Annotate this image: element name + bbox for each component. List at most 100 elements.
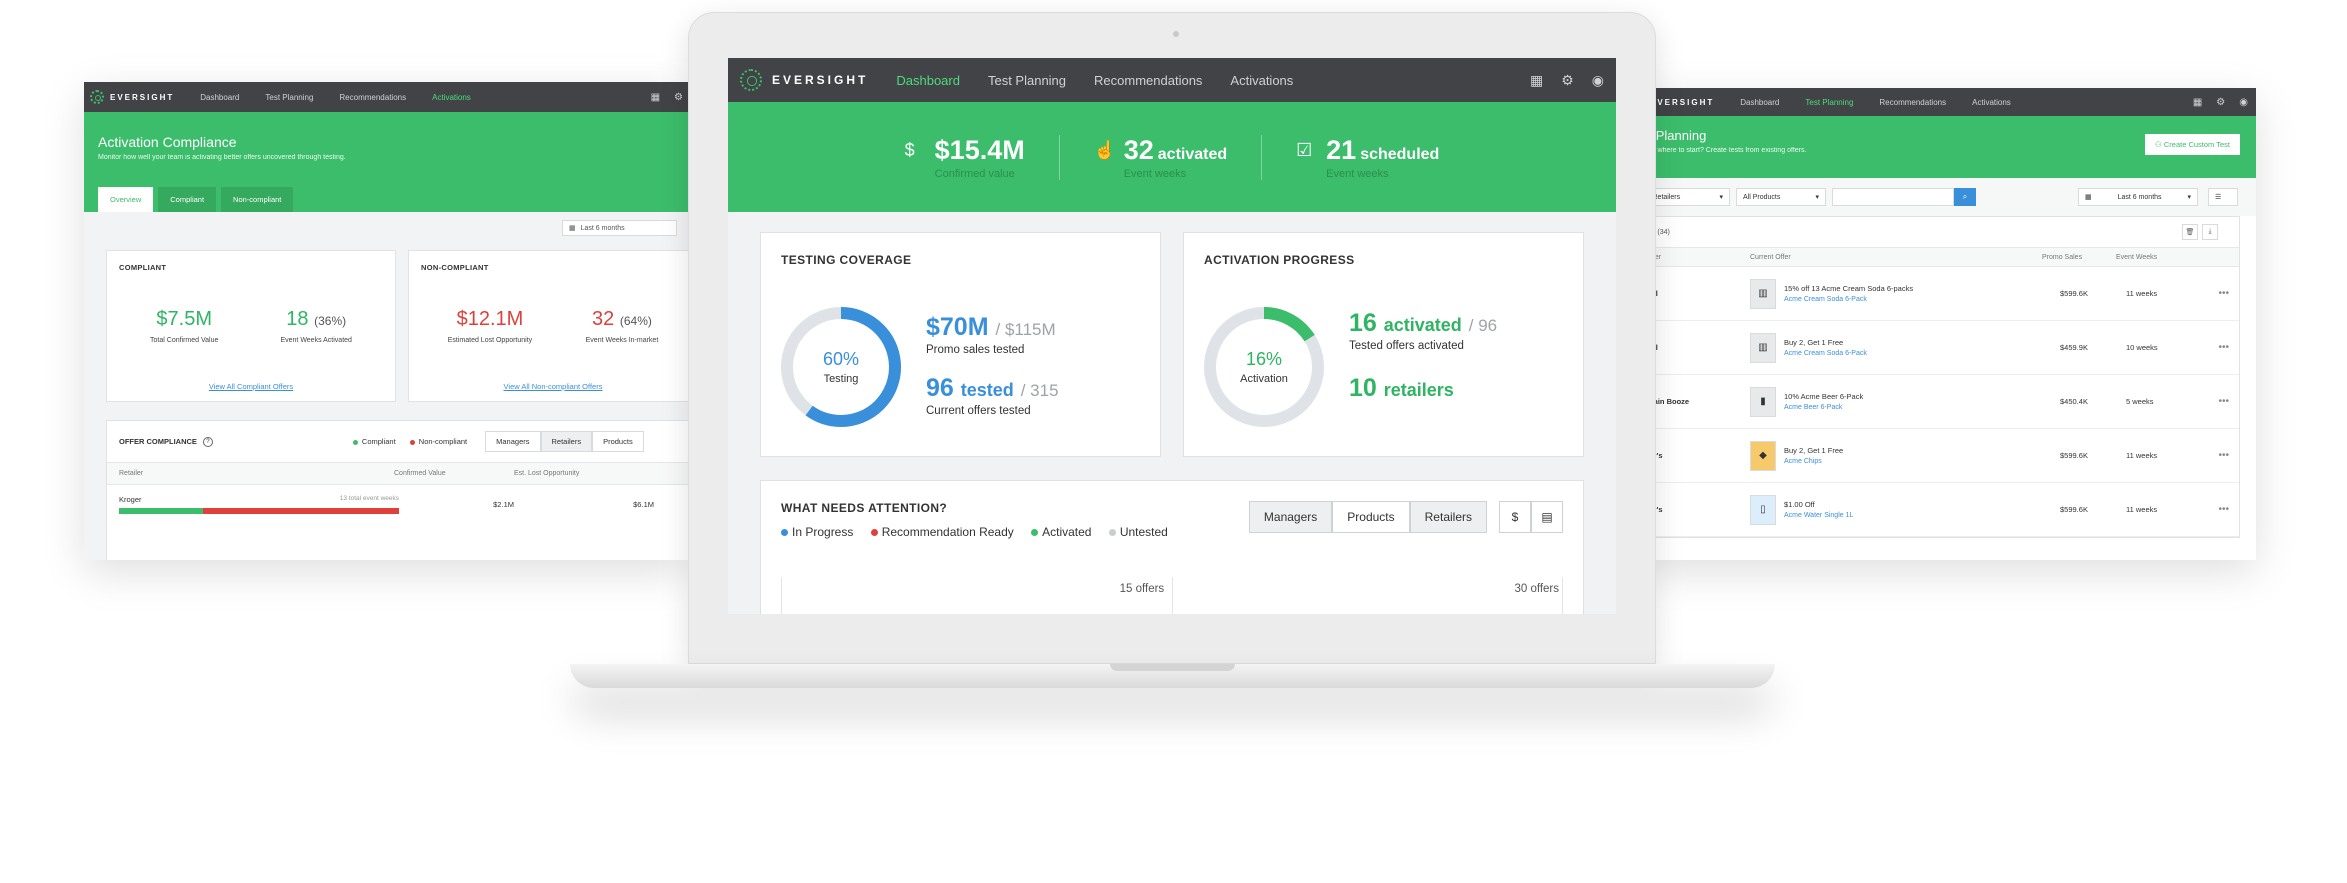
activated-label: Tested offers activated [1349, 340, 1464, 352]
top-nav: EVERSIGHT Dashboard Test Planning Recomm… [1642, 88, 2256, 116]
group-retailers-button[interactable]: Retailers [1409, 501, 1487, 533]
activated-total: / 96 [1468, 316, 1498, 335]
more-options-icon[interactable]: ••• [2218, 342, 2229, 353]
chevron-down-icon: ▾ [1719, 194, 1723, 201]
group-products-button[interactable]: Products [592, 431, 644, 452]
activation-progress-heading: ACTIVATION PROGRESS [1204, 253, 1355, 267]
event-weeks: 11 weeks [2126, 451, 2158, 460]
compliant-value-label: Total Confirmed Value [150, 337, 219, 344]
dollar-icon[interactable]: $ [1499, 501, 1531, 533]
attention-chart: 15 offers 30 offers [781, 577, 1563, 614]
user-icon[interactable]: ◉ [1592, 72, 1604, 89]
group-by-toggle: Managers Retailers Products [485, 431, 644, 452]
tab-overview[interactable]: Overview [98, 187, 154, 212]
page-title: Activation Compliance [98, 134, 237, 150]
recommendation-dot-icon [870, 529, 878, 537]
marketing-scene: EVERSIGHT Dashboard Test Planning Recomm… [0, 0, 2347, 883]
table-header: Retailer Confirmed Value Est. Lost Oppor… [107, 462, 689, 485]
eversight-logo[interactable]: EVERSIGHT [1650, 98, 1714, 107]
more-options-icon[interactable]: ••• [2218, 288, 2229, 299]
create-custom-test-button[interactable]: ⚇ Create Custom Test [2145, 134, 2240, 155]
list-icon[interactable]: ▤ [1531, 501, 1563, 533]
group-retailers-button[interactable]: Retailers [540, 431, 593, 452]
legend-noncompliant: Non-compliant [418, 437, 468, 446]
col-retailer: Retailer [119, 470, 144, 477]
user-icon[interactable]: ◉ [2239, 97, 2248, 108]
gear-icon[interactable]: ⚙ [2216, 97, 2225, 108]
nav-dashboard[interactable]: Dashboard [896, 73, 960, 88]
grid-icon[interactable]: ▦ [2193, 97, 2202, 108]
eversight-logo[interactable]: EVERSIGHT [90, 90, 174, 104]
compliant-weeks-pct: (36%) [314, 314, 347, 328]
noncompliant-dot-icon [409, 439, 415, 445]
compliant-card: COMPLIANT $7.5M Total Confirmed Value 18… [106, 250, 396, 402]
kpi-value: 21 [1326, 134, 1357, 165]
nav-dashboard[interactable]: Dashboard [200, 93, 239, 102]
group-managers-button[interactable]: Managers [1248, 501, 1333, 533]
search-icon: ⌕ [1962, 192, 1968, 201]
nav-test-planning[interactable]: Test Planning [265, 93, 313, 102]
gear-icon[interactable]: ⚙ [1561, 72, 1574, 89]
offers-table-header: ffers (34) 🗑 ⤓ [1642, 217, 2239, 247]
search-input[interactable] [1832, 188, 1954, 206]
group-managers-button[interactable]: Managers [485, 431, 541, 452]
view-compliant-link[interactable]: View All Compliant Offers [107, 382, 395, 391]
testing-donut: 60% Testing [779, 305, 903, 429]
nav-dashboard[interactable]: Dashboard [1740, 98, 1779, 107]
tab-compliant[interactable]: Compliant [158, 187, 217, 212]
col-event-weeks: Event Weeks [2116, 253, 2158, 261]
search-button[interactable]: ⌕ [1954, 188, 1976, 206]
table-header: etailer Current Offer Promo Sales Event … [1642, 247, 2239, 267]
legend-recommendation-ready: Recommendation Ready [881, 525, 1014, 539]
nav-test-planning[interactable]: Test Planning [988, 73, 1066, 88]
more-options-icon[interactable]: ••• [2218, 450, 2229, 461]
kpi-value: 32 [1123, 134, 1154, 165]
table-row[interactable]: hold ▥ Buy 2, Get 1 Free Acme Cream Soda… [1642, 321, 2239, 375]
nav-recommendations[interactable]: Recommendations [1094, 73, 1202, 88]
nav-recommendations[interactable]: Recommendations [1879, 98, 1946, 107]
products-select[interactable]: All Products ▾ [1736, 188, 1826, 206]
testing-coverage-heading: TESTING COVERAGE [781, 253, 912, 267]
date-range-select[interactable]: ▦ Last 6 months ▾ [2078, 188, 2198, 206]
table-row[interactable]: aley's ▯ $1.00 Off Acme Water Single 1L … [1642, 483, 2239, 537]
view-noncompliant-link[interactable]: View All Non-compliant Offers [409, 382, 689, 391]
untested-dot-icon [1108, 529, 1116, 537]
page-header: Activation Compliance Monitor how well y… [84, 112, 689, 212]
download-icon[interactable]: ⤓ [2202, 224, 2218, 240]
kpi-scheduled: ☑ 21 scheduled Event weeks [1261, 134, 1473, 180]
attention-controls: Managers Products Retailers $ ▤ [1248, 501, 1563, 533]
date-range-select[interactable]: ▦ Last 6 months [562, 220, 677, 236]
info-icon[interactable]: ? [202, 436, 213, 447]
logo-text: EVERSIGHT [772, 73, 869, 87]
donut-percent: 16% [1245, 349, 1283, 369]
table-row[interactable]: aley's ◆ Buy 2, Get 1 Free Acme Chips $5… [1642, 429, 2239, 483]
nav-test-planning[interactable]: Test Planning [1805, 98, 1853, 107]
gear-icon[interactable]: ⚙ [674, 92, 683, 103]
axis-label-30: 30 offers [1514, 583, 1559, 595]
more-options-icon[interactable]: ••• [2218, 396, 2229, 407]
grid-icon[interactable]: ▦ [1530, 72, 1543, 89]
grid-icon[interactable]: ▦ [651, 92, 660, 103]
group-products-button[interactable]: Products [1332, 501, 1410, 533]
trash-icon[interactable]: 🗑 [2182, 224, 2198, 240]
compliant-weeks-label: Event Weeks Activated [280, 337, 352, 344]
products-select-value: All Products [1743, 193, 1781, 201]
tab-non-compliant[interactable]: Non-compliant [221, 187, 294, 212]
table-row[interactable]: argain Booze ▮ 10% Acme Beer 6-Pack Acme… [1642, 375, 2239, 429]
chips-bag-icon: ◆ [1750, 440, 1776, 471]
chevron-down-icon: ▾ [1815, 194, 1819, 201]
testing-coverage-card: TESTING COVERAGE 60% Testing $70M / $115… [760, 232, 1161, 457]
more-options-icon[interactable]: ••• [2218, 504, 2229, 515]
nav-activations[interactable]: Activations [432, 93, 471, 102]
offer-title: 10% Acme Beer 6-Pack [1784, 392, 1864, 401]
table-row[interactable]: Kroger 13 total event weeks $2.1M $6.1M [107, 485, 689, 524]
table-row[interactable]: hold ▥ 15% off 13 Acme Cream Soda 6-pack… [1642, 267, 2239, 321]
filter-settings-button[interactable]: ☰ [2208, 188, 2238, 206]
nav-activations[interactable]: Activations [1230, 73, 1293, 88]
laptop-base [570, 664, 1775, 688]
col-promo-sales: Promo Sales [2042, 253, 2083, 261]
nav-recommendations[interactable]: Recommendations [339, 93, 406, 102]
col-confirmed: Confirmed Value [394, 470, 446, 477]
eversight-logo[interactable]: EVERSIGHT [740, 69, 868, 91]
nav-activations[interactable]: Activations [1972, 98, 2011, 107]
